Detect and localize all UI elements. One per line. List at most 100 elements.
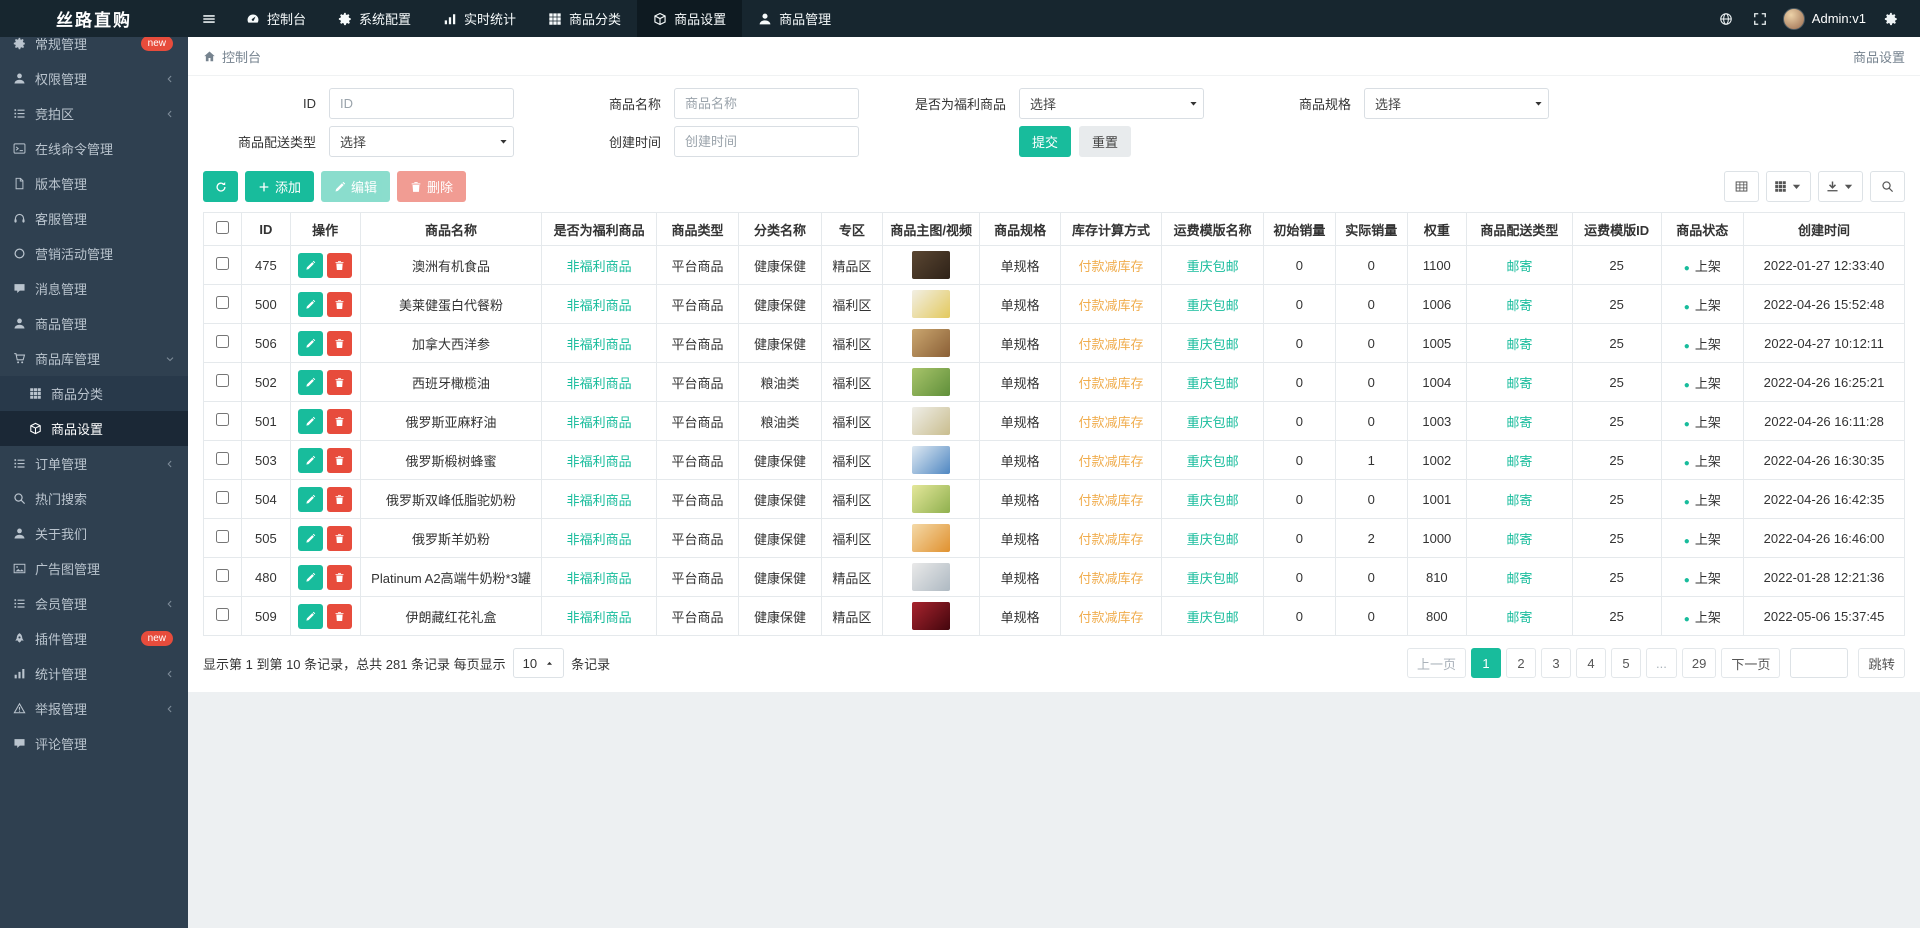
- delete-row-button[interactable]: [327, 486, 353, 512]
- column-header-9[interactable]: 库存计算方式: [1059, 212, 1163, 246]
- edit-row-button[interactable]: [298, 486, 324, 512]
- welfare-select[interactable]: 选择: [1019, 88, 1204, 119]
- edit-row-button[interactable]: [298, 252, 324, 278]
- topnav-item-goods-settings[interactable]: 商品设置: [637, 0, 743, 37]
- column-header-17[interactable]: 创建时间: [1743, 212, 1905, 246]
- id-input[interactable]: [329, 88, 514, 119]
- edit-button[interactable]: 编辑: [321, 171, 391, 202]
- created-input[interactable]: [674, 126, 859, 157]
- name-input[interactable]: [674, 88, 859, 119]
- sidebar-item-goods[interactable]: 商品管理: [0, 306, 188, 341]
- sidebar-item-version[interactable]: 版本管理: [0, 166, 188, 201]
- column-header-13[interactable]: 权重: [1406, 212, 1467, 246]
- topnav-item-realtime-stats[interactable]: 实时统计: [427, 0, 532, 37]
- row-checkbox[interactable]: [216, 257, 230, 270]
- product-thumbnail[interactable]: [912, 368, 951, 396]
- column-header-6[interactable]: 专区: [820, 212, 884, 246]
- sidebar-item-goods-store[interactable]: 商品库管理: [0, 341, 188, 376]
- product-thumbnail[interactable]: [912, 251, 951, 279]
- sidebar-item-comments[interactable]: 评论管理: [0, 726, 188, 761]
- edit-row-button[interactable]: [298, 564, 324, 590]
- row-checkbox[interactable]: [216, 569, 230, 582]
- sidebar-item-auth[interactable]: 权限管理: [0, 61, 188, 96]
- topnav-item-system-config[interactable]: 系统配置: [322, 0, 427, 37]
- product-thumbnail[interactable]: [912, 446, 951, 474]
- product-thumbnail[interactable]: [912, 407, 951, 435]
- column-header-4[interactable]: 商品类型: [655, 212, 740, 246]
- row-checkbox[interactable]: [216, 335, 230, 348]
- edit-row-button[interactable]: [298, 369, 324, 395]
- column-header-14[interactable]: 商品配送类型: [1465, 212, 1573, 246]
- topnav-item-console[interactable]: 控制台: [230, 0, 322, 37]
- column-header-2[interactable]: 商品名称: [359, 212, 543, 246]
- column-header-1[interactable]: 操作: [289, 212, 361, 246]
- sidebar-item-hot-search[interactable]: 热门搜索: [0, 481, 188, 516]
- sidebar-item-general[interactable]: 常规管理 new: [0, 37, 188, 61]
- delete-row-button[interactable]: [327, 252, 353, 278]
- search-toggle-button[interactable]: [1870, 171, 1905, 202]
- edit-row-button[interactable]: [298, 525, 324, 551]
- column-header-15[interactable]: 运费模版ID: [1571, 212, 1662, 246]
- sidebar-item-customer-service[interactable]: 客服管理: [0, 201, 188, 236]
- sidebar-item-plugin[interactable]: 插件管理 new: [0, 621, 188, 656]
- delete-row-button[interactable]: [327, 564, 353, 590]
- delete-row-button[interactable]: [327, 603, 353, 629]
- topnav-item-goods-management[interactable]: 商品管理: [742, 0, 847, 37]
- delete-row-button[interactable]: [327, 447, 353, 473]
- sidebar-toggle-button[interactable]: [188, 0, 230, 37]
- sidebar-subitem-goods-settings[interactable]: 商品设置: [0, 411, 188, 446]
- row-checkbox[interactable]: [216, 491, 230, 504]
- row-checkbox[interactable]: [216, 296, 230, 309]
- column-header-10[interactable]: 运费模版名称: [1161, 212, 1264, 246]
- language-button[interactable]: [1709, 0, 1743, 37]
- delete-row-button[interactable]: [327, 525, 353, 551]
- delete-button[interactable]: 删除: [397, 171, 467, 202]
- jump-page-input[interactable]: [1790, 648, 1849, 678]
- fullscreen-button[interactable]: [1743, 0, 1777, 37]
- edit-row-button[interactable]: [298, 330, 324, 356]
- sidebar-item-member[interactable]: 会员管理: [0, 586, 188, 621]
- spec-select[interactable]: 选择: [1364, 88, 1549, 119]
- column-header-12[interactable]: 实际销量: [1334, 212, 1408, 246]
- sidebar-item-statistics[interactable]: 统计管理: [0, 656, 188, 691]
- delivery-select[interactable]: 选择: [329, 126, 514, 157]
- edit-row-button[interactable]: [298, 447, 324, 473]
- sidebar-item-report[interactable]: 举报管理: [0, 691, 188, 726]
- toggle-view-button[interactable]: [1724, 171, 1759, 202]
- row-checkbox[interactable]: [216, 452, 230, 465]
- sidebar-item-online-command[interactable]: 在线命令管理: [0, 131, 188, 166]
- column-header-8[interactable]: 商品规格: [979, 212, 1061, 246]
- add-button[interactable]: 添加: [245, 171, 315, 202]
- username[interactable]: Admin:v1: [1812, 11, 1866, 26]
- refresh-button[interactable]: [203, 171, 238, 202]
- select-all-checkbox[interactable]: [216, 221, 230, 234]
- column-header-11[interactable]: 初始销量: [1262, 212, 1336, 246]
- delete-row-button[interactable]: [327, 291, 353, 317]
- column-header-16[interactable]: 商品状态: [1660, 212, 1745, 246]
- sidebar-subitem-goods-category[interactable]: 商品分类: [0, 376, 188, 411]
- product-thumbnail[interactable]: [912, 563, 951, 591]
- delete-row-button[interactable]: [327, 330, 353, 356]
- settings-button[interactable]: [1874, 0, 1908, 37]
- avatar[interactable]: [1782, 7, 1805, 30]
- delete-row-button[interactable]: [327, 369, 353, 395]
- page-button-29[interactable]: 29: [1681, 648, 1717, 678]
- page-button-next[interactable]: 下一页: [1721, 648, 1781, 678]
- submit-button[interactable]: 提交: [1019, 126, 1072, 157]
- edit-row-button[interactable]: [298, 603, 324, 629]
- breadcrumb-left[interactable]: 控制台: [222, 47, 261, 66]
- jump-button[interactable]: 跳转: [1858, 648, 1905, 678]
- export-button[interactable]: [1818, 171, 1863, 202]
- edit-row-button[interactable]: [298, 291, 324, 317]
- sidebar-item-about-us[interactable]: 关于我们: [0, 516, 188, 551]
- column-header-0[interactable]: ID: [241, 212, 291, 246]
- column-header-5[interactable]: 分类名称: [738, 212, 822, 246]
- delete-row-button[interactable]: [327, 408, 353, 434]
- topnav-item-goods-category[interactable]: 商品分类: [532, 0, 637, 37]
- row-checkbox[interactable]: [216, 530, 230, 543]
- columns-button[interactable]: [1766, 171, 1811, 202]
- product-thumbnail[interactable]: [912, 485, 951, 513]
- per-page-select[interactable]: 10: [512, 648, 565, 678]
- row-checkbox[interactable]: [216, 608, 230, 621]
- sidebar-item-auction[interactable]: 竞拍区: [0, 96, 188, 131]
